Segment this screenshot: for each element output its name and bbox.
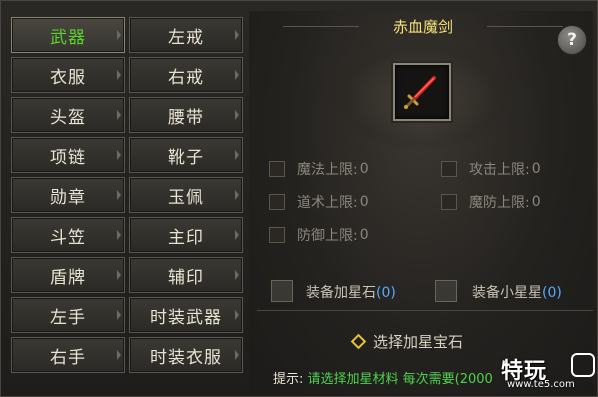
stat-value: 0 <box>531 194 541 210</box>
stat-mdef-max: 魔防上限: 0 <box>441 192 541 212</box>
slot-weapon[interactable]: 武器 <box>11 17 125 53</box>
slot-label: 时装武器 <box>150 307 222 328</box>
tip-text: 请选择加星材料 每次需要(2000 <box>307 372 493 387</box>
slot-clothes[interactable]: 衣服 <box>11 57 125 93</box>
stat-value: 0 <box>531 161 541 177</box>
sword-icon <box>404 76 436 109</box>
small-star-count: (0) <box>542 285 562 301</box>
watermark-url: www.te5.com <box>507 379 575 390</box>
stat-tao-max: 道术上限: 0 <box>269 192 369 212</box>
slot-label: 头盔 <box>50 107 86 128</box>
slot-helmet[interactable]: 头盔 <box>11 97 125 133</box>
slot-label: 左戒 <box>168 27 204 48</box>
star-stone-label: 装备加星石(0) <box>306 282 396 302</box>
slot-label: 右戒 <box>168 67 204 88</box>
slot-sub-seal[interactable]: 辅印 <box>129 257 243 293</box>
small-star-label: 装备小星星(0) <box>472 282 562 302</box>
slot-label: 项链 <box>50 147 86 168</box>
slot-right-ring[interactable]: 右戒 <box>129 57 243 93</box>
slot-medal[interactable]: 勋章 <box>11 177 125 213</box>
stat-checkbox[interactable] <box>441 161 457 177</box>
slot-label: 靴子 <box>168 147 204 168</box>
slot-label: 左手 <box>50 307 86 328</box>
slot-left-hand[interactable]: 左手 <box>11 297 125 333</box>
item-title-bar: 赤血魔剑 <box>283 15 563 39</box>
slot-label: 腰带 <box>168 107 204 128</box>
site-watermark: 特玩 www.te5.com <box>501 353 597 395</box>
stat-label: 魔法上限: <box>297 162 358 178</box>
slot-main-seal[interactable]: 主印 <box>129 217 243 253</box>
stat-label: 攻击上限: <box>469 162 530 178</box>
stat-attack-max: 攻击上限: 0 <box>441 159 541 179</box>
equipment-window: 武器 衣服 头盔 项链 勋章 斗笠 盾牌 左手 右手 左戒 右戒 腰带 靴子 玉… <box>0 0 598 397</box>
stat-value: 0 <box>359 194 369 210</box>
slot-label: 武器 <box>50 27 86 48</box>
star-stone-count: (0) <box>376 285 396 301</box>
stat-label: 道术上限: <box>297 195 358 211</box>
stat-label: 魔防上限: <box>469 195 530 211</box>
tip-line: 提示: 请选择加星材料 每次需要(2000 <box>273 368 493 387</box>
stat-checkbox[interactable] <box>269 161 285 177</box>
slot-label: 时装衣服 <box>150 347 222 368</box>
slot-hat[interactable]: 斗笠 <box>11 217 125 253</box>
slot-label: 辅印 <box>168 267 204 288</box>
item-title: 赤血魔剑 <box>392 18 453 36</box>
slot-label: 主印 <box>168 227 204 248</box>
stat-checkbox[interactable] <box>269 227 285 243</box>
stat-magic-max: 魔法上限: 0 <box>269 159 369 179</box>
slot-belt[interactable]: 腰带 <box>129 97 243 133</box>
slot-label: 玉佩 <box>168 187 204 208</box>
panel-divider <box>257 310 593 311</box>
slot-jade[interactable]: 玉佩 <box>129 177 243 213</box>
small-star-text: 装备小星星 <box>472 285 542 301</box>
stat-def-max: 防御上限: 0 <box>269 225 369 245</box>
stat-checkbox[interactable] <box>441 194 457 210</box>
slot-label: 右手 <box>50 347 86 368</box>
title-divider-right <box>487 26 563 27</box>
watermark-logo-icon <box>571 353 595 377</box>
help-button[interactable]: ? <box>557 25 587 55</box>
slot-boots[interactable]: 靴子 <box>129 137 243 173</box>
slot-left-ring[interactable]: 左戒 <box>129 17 243 53</box>
stat-value: 0 <box>359 227 369 243</box>
stat-checkbox[interactable] <box>269 194 285 210</box>
slot-shield[interactable]: 盾牌 <box>11 257 125 293</box>
star-stone-text: 装备加星石 <box>306 285 376 301</box>
slot-label: 勋章 <box>50 187 86 208</box>
stat-value: 0 <box>359 161 369 177</box>
slot-fashion-clothes[interactable]: 时装衣服 <box>129 337 243 373</box>
select-gem-label: 选择加星宝石 <box>373 332 464 351</box>
slot-label: 盾牌 <box>50 267 86 288</box>
small-star-checkbox[interactable] <box>435 280 457 302</box>
stat-label: 防御上限: <box>297 228 358 244</box>
slot-label: 斗笠 <box>50 227 86 248</box>
slot-fashion-weapon[interactable]: 时装武器 <box>129 297 243 333</box>
slot-label: 衣服 <box>50 67 86 88</box>
star-stone-checkbox[interactable] <box>271 280 293 302</box>
select-gem-button[interactable]: 选择加星宝石 <box>350 331 464 351</box>
slot-necklace[interactable]: 项链 <box>11 137 125 173</box>
item-slot[interactable] <box>393 63 451 121</box>
slot-right-hand[interactable]: 右手 <box>11 337 125 373</box>
tip-prefix: 提示: <box>273 372 304 387</box>
diamond-icon <box>350 333 367 349</box>
